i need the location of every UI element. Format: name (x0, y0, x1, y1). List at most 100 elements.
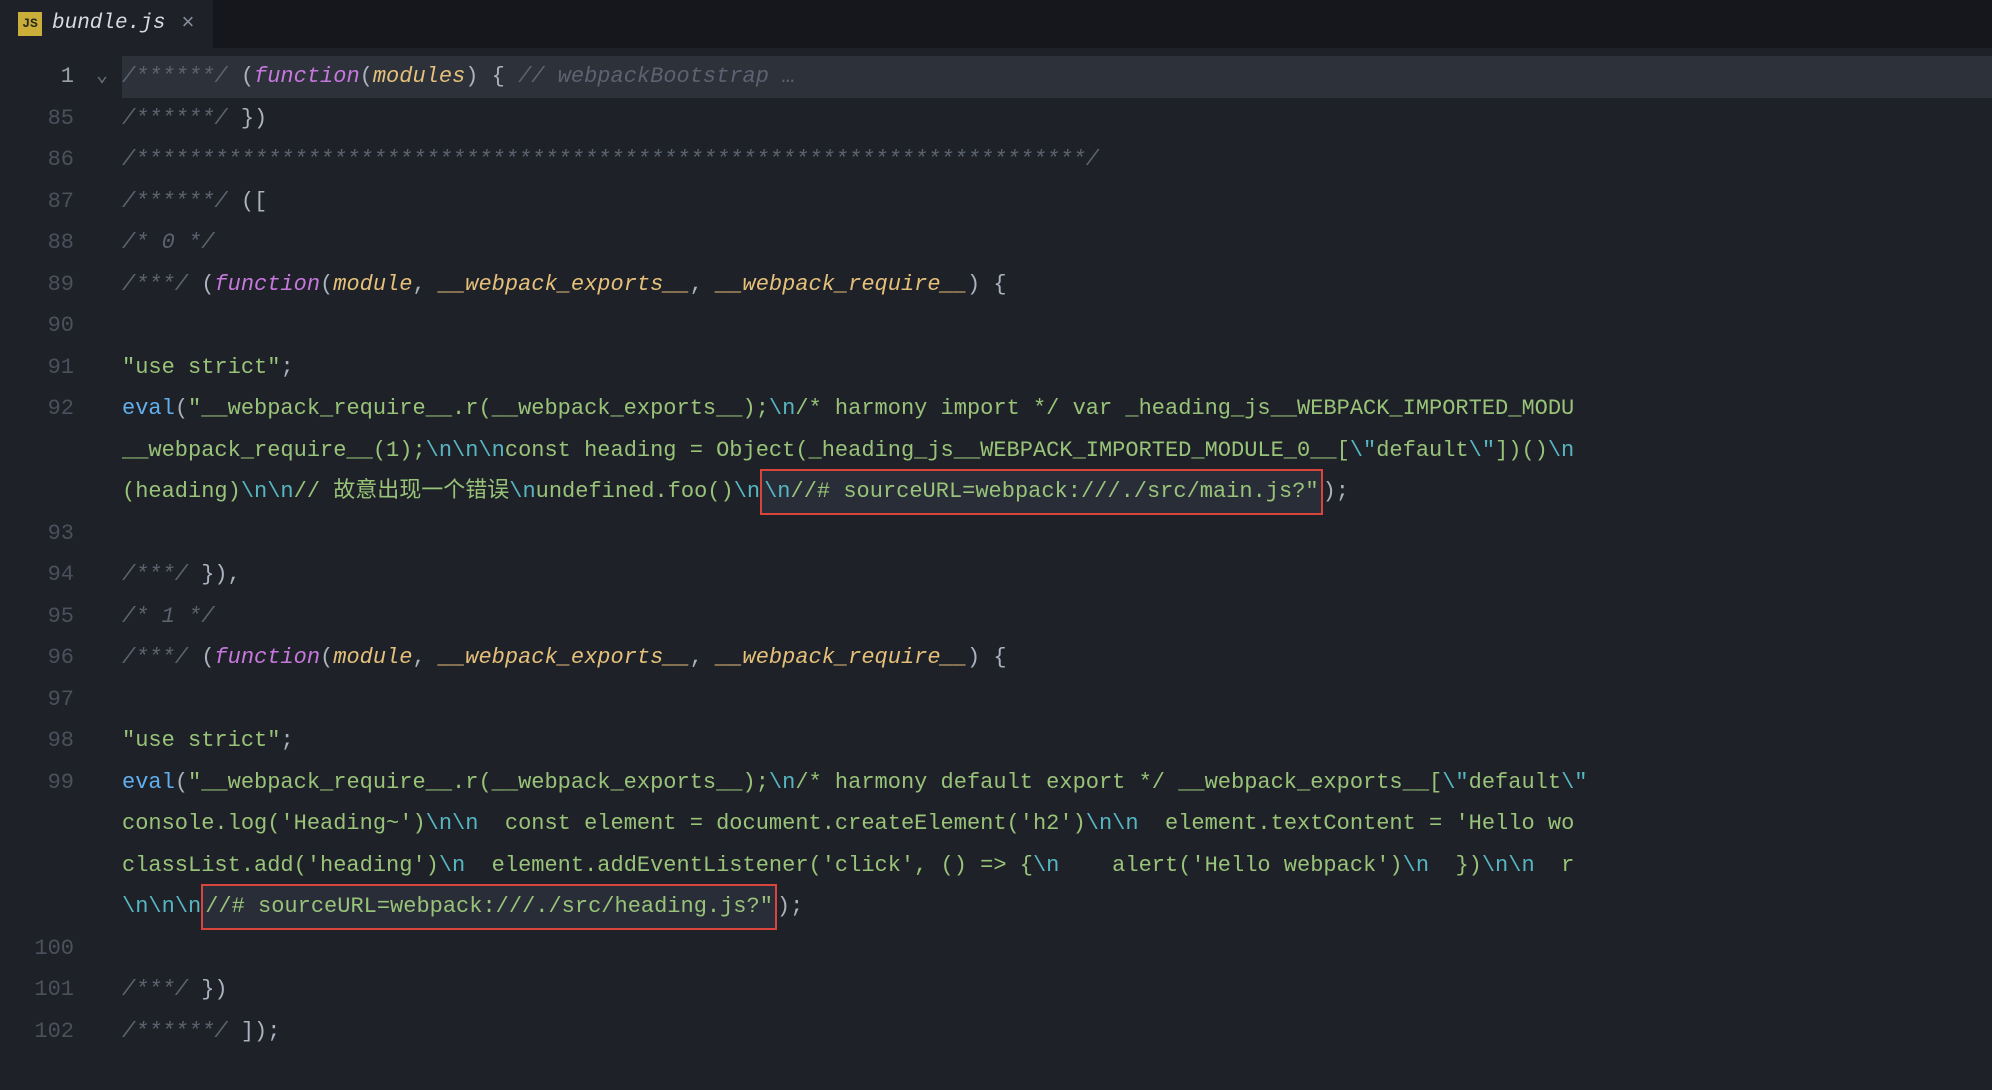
code-token: __webpack_require__ (716, 272, 967, 297)
code-token: "__webpack_require__.r(__webpack_exports… (188, 770, 769, 795)
fold-cell (96, 886, 122, 928)
code-token: \n (509, 479, 535, 504)
code-token: /***/ (122, 272, 188, 297)
code-token: console.log('Heading~') (122, 811, 426, 836)
code-token: // webpackBootstrap (518, 64, 769, 89)
code-token: \n (175, 894, 201, 919)
code-token: __webpack_require__ (716, 645, 967, 670)
fold-cell (96, 471, 122, 513)
fold-cell (96, 305, 122, 347)
tab-filename: bundle.js (52, 12, 165, 35)
code-token: ([ (228, 189, 268, 214)
code-line[interactable]: eval("__webpack_require__.r(__webpack_ex… (122, 762, 1992, 804)
code-token: , (690, 272, 716, 297)
line-number: 94 (0, 554, 96, 596)
code-line[interactable]: "use strict"; (122, 720, 1992, 762)
code-token: module (333, 272, 412, 297)
code-token: ) { (465, 64, 518, 89)
code-line[interactable]: /***/ (function(module, __webpack_export… (122, 264, 1992, 306)
line-number: 100 (0, 928, 96, 970)
code-token: alert('Hello webpack') (1059, 853, 1402, 878)
line-number (0, 471, 96, 513)
code-token: //# sourceURL=webpack:///./src/main.js?" (791, 479, 1319, 504)
code-token: "__webpack_require__.r(__webpack_exports… (188, 396, 769, 421)
close-icon[interactable]: × (181, 11, 194, 36)
code-line[interactable]: (heading)\n\n// 故意出现一个错误\nundefined.foo(… (122, 471, 1992, 513)
code-line[interactable]: \n\n\n//# sourceURL=webpack:///./src/hea… (122, 886, 1992, 928)
code-line[interactable]: /***/ }) (122, 969, 1992, 1011)
fold-cell (96, 845, 122, 887)
code-token: const element = document.createElement('… (478, 811, 1085, 836)
code-token: \n (734, 479, 760, 504)
chevron-down-icon[interactable]: ⌄ (96, 56, 122, 98)
code-token: \n\n (241, 479, 294, 504)
code-line[interactable]: /***************************************… (122, 139, 1992, 181)
tab-bundle-js[interactable]: JS bundle.js × (0, 0, 213, 48)
code-line[interactable]: /******/ ([ (122, 181, 1992, 223)
code-token: ( (320, 645, 333, 670)
fold-cell (96, 98, 122, 140)
line-number: 101 (0, 969, 96, 1011)
code-token: __webpack_exports__ (439, 272, 690, 297)
code-line[interactable]: console.log('Heading~')\n\n const elemen… (122, 803, 1992, 845)
code-line[interactable]: classList.add('heading')\n element.addEv… (122, 845, 1992, 887)
line-number-gutter: 1858687888990919293949596979899100101102 (0, 48, 96, 1090)
code-token: \n (1033, 853, 1059, 878)
code-line[interactable]: /***/ }), (122, 554, 1992, 596)
code-token: ]); (228, 1019, 281, 1044)
code-token: ])() (1495, 438, 1548, 463)
code-token: /* 1 */ (122, 604, 214, 629)
fold-cell (96, 264, 122, 306)
code-line[interactable]: /******/ ]); (122, 1011, 1992, 1053)
code-line[interactable]: /******/ (function(modules) { // webpack… (122, 56, 1992, 98)
fold-cell (96, 513, 122, 555)
line-number: 91 (0, 347, 96, 389)
fold-cell (96, 969, 122, 1011)
code-line[interactable] (122, 679, 1992, 721)
code-token: ( (175, 396, 188, 421)
line-number: 93 (0, 513, 96, 555)
code-token: ); (777, 894, 803, 919)
code-line[interactable]: /* 1 */ (122, 596, 1992, 638)
fold-cell (96, 222, 122, 264)
code-token: /******/ (122, 1019, 228, 1044)
code-line[interactable]: /******/ }) (122, 98, 1992, 140)
code-token: function (214, 645, 320, 670)
line-number (0, 886, 96, 928)
code-line[interactable]: eval("__webpack_require__.r(__webpack_ex… (122, 388, 1992, 430)
code-token: default (1376, 438, 1468, 463)
code-line[interactable] (122, 513, 1992, 555)
js-file-icon: JS (18, 12, 42, 36)
fold-cell (96, 139, 122, 181)
code-content[interactable]: /******/ (function(modules) { // webpack… (122, 48, 1992, 1090)
code-token: \" (1561, 770, 1587, 795)
code-token: classList.add('heading') (122, 853, 439, 878)
code-token: default (1469, 770, 1561, 795)
code-token: , (412, 645, 438, 670)
fold-cell (96, 596, 122, 638)
code-token: /* harmony default export */ __webpack_e… (795, 770, 1442, 795)
code-area[interactable]: 1858687888990919293949596979899100101102… (0, 48, 1992, 1090)
line-number (0, 430, 96, 472)
code-line[interactable]: __webpack_require__(1);\n\n\nconst headi… (122, 430, 1992, 472)
code-token: __webpack_require__(1); (122, 438, 426, 463)
code-token: eval (122, 396, 175, 421)
code-token: (heading) (122, 479, 241, 504)
code-line[interactable]: /***/ (function(module, __webpack_export… (122, 637, 1992, 679)
code-line[interactable]: /* 0 */ (122, 222, 1992, 264)
code-line[interactable] (122, 928, 1992, 970)
code-token: ( (188, 272, 214, 297)
line-number: 95 (0, 596, 96, 638)
code-token: /******/ (122, 106, 228, 131)
line-number: 90 (0, 305, 96, 347)
code-token: \n (439, 853, 465, 878)
code-token: element.textContent = 'Hello wo (1139, 811, 1575, 836)
code-token: }), (188, 562, 241, 587)
code-line[interactable]: "use strict"; (122, 347, 1992, 389)
fold-cell (96, 347, 122, 389)
line-number: 85 (0, 98, 96, 140)
fold-cell (96, 679, 122, 721)
fold-cell (96, 554, 122, 596)
code-token: \n\n (122, 894, 175, 919)
code-line[interactable] (122, 305, 1992, 347)
